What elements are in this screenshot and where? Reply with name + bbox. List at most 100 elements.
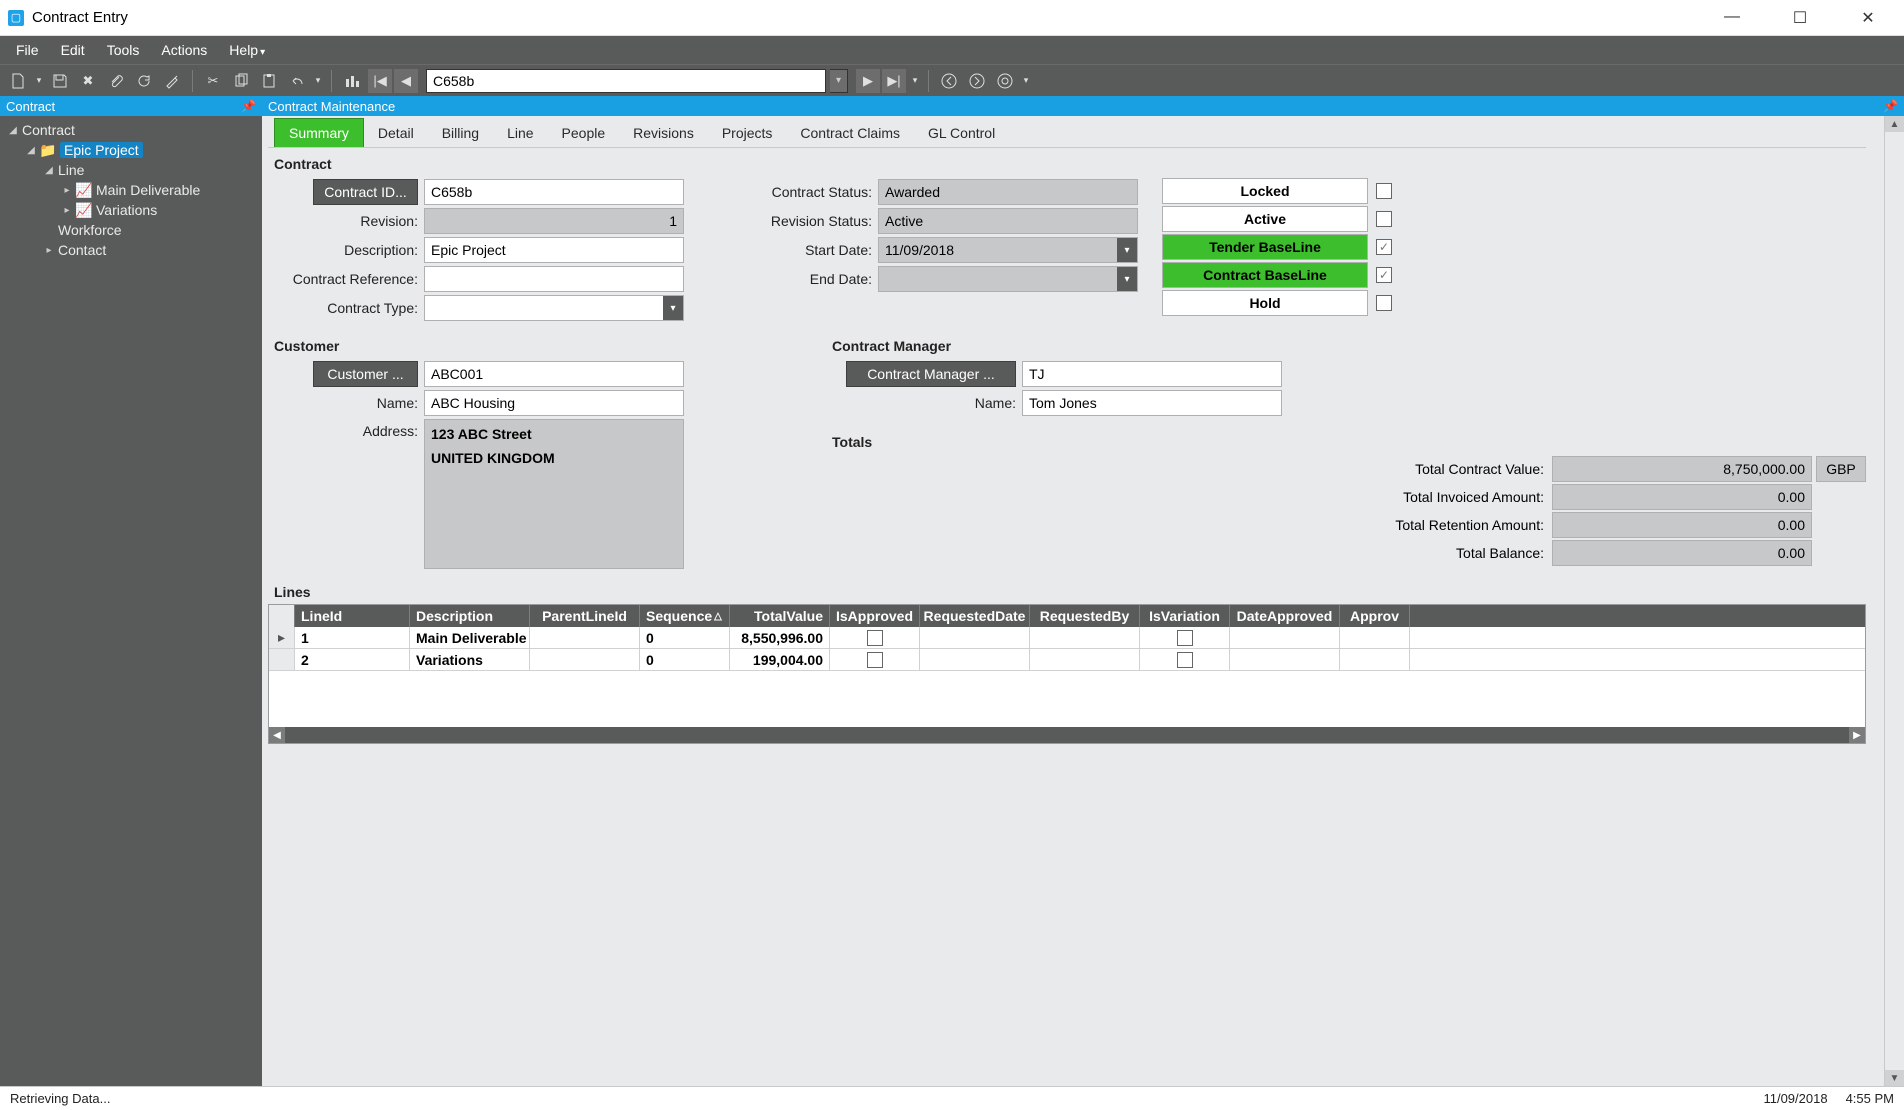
delete-icon[interactable]: ✖	[76, 69, 100, 93]
paste-icon[interactable]	[257, 69, 281, 93]
grid-header-description[interactable]: Description	[410, 605, 530, 627]
end-date-input[interactable]: ▾	[878, 266, 1138, 292]
contract-type-dropdown[interactable]: ▾	[424, 295, 684, 321]
tab-gl-control[interactable]: GL Control	[914, 119, 1009, 147]
scroll-right-icon[interactable]: ▶	[1849, 727, 1865, 743]
customer-code-input[interactable]	[424, 361, 684, 387]
customer-name-input[interactable]	[424, 390, 684, 416]
undo-icon[interactable]	[285, 69, 309, 93]
grid-header-requestedby[interactable]: RequestedBy	[1030, 605, 1140, 627]
row-selector-icon[interactable]	[269, 649, 295, 670]
refresh-icon[interactable]	[132, 69, 156, 93]
scroll-up-icon[interactable]: ▲	[1885, 116, 1904, 132]
forward-icon[interactable]	[965, 69, 989, 93]
nav-next-icon[interactable]: ▶	[856, 69, 880, 93]
contract-group: Contract Contract ID... Revision: 1 Desc	[268, 152, 1866, 324]
total-retention-value: 0.00	[1552, 512, 1812, 538]
contract-id-button[interactable]: Contract ID...	[313, 179, 418, 205]
table-row[interactable]: 2 Variations 0 199,004.00	[269, 649, 1865, 671]
tree-node-variations[interactable]: ▸ 📈 Variations	[0, 200, 262, 220]
scroll-down-icon[interactable]: ▼	[1885, 1070, 1904, 1086]
tab-billing[interactable]: Billing	[428, 119, 493, 147]
grid-header-lineid[interactable]: LineId	[295, 605, 410, 627]
nav-last-icon[interactable]: ▶|	[882, 69, 906, 93]
grid-header-dateapproved[interactable]: DateApproved	[1230, 605, 1340, 627]
menu-actions[interactable]: Actions	[151, 38, 217, 62]
record-search-input[interactable]	[426, 69, 826, 93]
tree-node-line[interactable]: ◢ Line	[0, 160, 262, 180]
nav-dropdown-icon[interactable]: ▾	[910, 69, 920, 93]
menu-edit[interactable]: Edit	[51, 38, 95, 62]
tree-node-main-deliverable[interactable]: ▸ 📈 Main Deliverable	[0, 180, 262, 200]
description-input[interactable]	[424, 237, 684, 263]
row-selector-icon[interactable]: ▸	[269, 627, 295, 648]
tab-summary[interactable]: Summary	[274, 118, 364, 147]
tender-baseline-checkbox[interactable]	[1376, 239, 1392, 255]
nav-first-icon[interactable]: |◀	[368, 69, 392, 93]
undo-dropdown-icon[interactable]: ▾	[313, 69, 323, 93]
contract-id-input[interactable]	[424, 179, 684, 205]
new-icon[interactable]	[6, 69, 30, 93]
contract-baseline-checkbox[interactable]	[1376, 267, 1392, 283]
tabstrip: Summary Detail Billing Line People Revis…	[268, 116, 1866, 148]
save-icon[interactable]	[48, 69, 72, 93]
record-search-dropdown[interactable]: ▾	[830, 69, 848, 93]
manager-name-input[interactable]	[1022, 390, 1282, 416]
attach-icon[interactable]	[104, 69, 128, 93]
find-icon[interactable]	[340, 69, 364, 93]
nav-prev-icon[interactable]: ◀	[394, 69, 418, 93]
minimize-button[interactable]: —	[1712, 8, 1752, 28]
start-date-input[interactable]: 11/09/2018 ▾	[878, 237, 1138, 263]
isvariation-checkbox[interactable]	[1177, 652, 1193, 668]
tree-node-workforce[interactable]: Workforce	[0, 220, 262, 240]
grid-header-approv[interactable]: Approv	[1340, 605, 1410, 627]
locked-checkbox[interactable]	[1376, 183, 1392, 199]
grid-header-totalvalue[interactable]: TotalValue	[730, 605, 830, 627]
right-panel-title: Contract Maintenance	[268, 99, 395, 114]
active-checkbox[interactable]	[1376, 211, 1392, 227]
tab-projects[interactable]: Projects	[708, 119, 787, 147]
isvariation-checkbox[interactable]	[1177, 630, 1193, 646]
menu-file[interactable]: File	[6, 38, 49, 62]
home-dropdown-icon[interactable]: ▾	[1021, 69, 1031, 93]
table-row[interactable]: ▸ 1 Main Deliverable 0 8,550,996.00	[269, 627, 1865, 649]
tab-line[interactable]: Line	[493, 119, 547, 147]
grid-header-requesteddate[interactable]: RequestedDate	[920, 605, 1030, 627]
close-button[interactable]: ✕	[1848, 8, 1888, 28]
contract-reference-input[interactable]	[424, 266, 684, 292]
new-dropdown-icon[interactable]: ▾	[34, 69, 44, 93]
clear-icon[interactable]	[160, 69, 184, 93]
pin-icon[interactable]: 📌	[1883, 99, 1898, 113]
scroll-left-icon[interactable]: ◀	[269, 727, 285, 743]
isapproved-checkbox[interactable]	[867, 652, 883, 668]
statusbar-message: Retrieving Data...	[10, 1091, 110, 1106]
grid-horizontal-scrollbar[interactable]: ◀ ▶	[269, 727, 1865, 743]
cut-icon[interactable]: ✂	[201, 69, 225, 93]
grid-header-isapproved[interactable]: IsApproved	[830, 605, 920, 627]
menu-help[interactable]: Help▾	[219, 38, 275, 62]
tab-detail[interactable]: Detail	[364, 119, 428, 147]
grid-header-parentlineid[interactable]: ParentLineId	[530, 605, 640, 627]
content-vertical-scrollbar[interactable]: ▲ ▼	[1884, 116, 1904, 1086]
tree-node-contact[interactable]: ▸ Contact	[0, 240, 262, 260]
copy-icon[interactable]	[229, 69, 253, 93]
tab-contract-claims[interactable]: Contract Claims	[786, 119, 914, 147]
grid-header-sequence[interactable]: Sequence△	[640, 605, 730, 627]
tab-revisions[interactable]: Revisions	[619, 119, 708, 147]
tree-node-contract[interactable]: ◢ Contract	[0, 120, 262, 140]
contract-manager-button[interactable]: Contract Manager ...	[846, 361, 1016, 387]
back-icon[interactable]	[937, 69, 961, 93]
pin-icon[interactable]: 📌	[241, 99, 256, 113]
menu-tools[interactable]: Tools	[97, 38, 150, 62]
chart-icon: 📈	[76, 203, 92, 217]
home-icon[interactable]	[993, 69, 1017, 93]
grid-header-isvariation[interactable]: IsVariation	[1140, 605, 1230, 627]
contract-manager-code-input[interactable]	[1022, 361, 1282, 387]
hold-checkbox[interactable]	[1376, 295, 1392, 311]
tree-node-project[interactable]: ◢ 📁 Epic Project	[0, 140, 262, 160]
currency-value: GBP	[1816, 456, 1866, 482]
tab-people[interactable]: People	[548, 119, 620, 147]
maximize-button[interactable]: ☐	[1780, 8, 1820, 28]
isapproved-checkbox[interactable]	[867, 630, 883, 646]
customer-button[interactable]: Customer ...	[313, 361, 418, 387]
